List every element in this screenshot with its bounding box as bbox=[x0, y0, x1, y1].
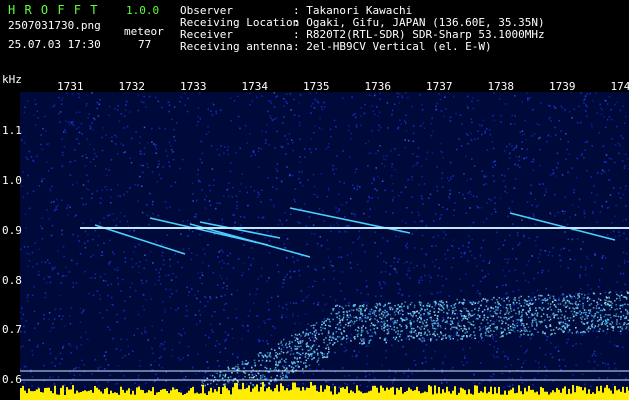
stats-count: 77 bbox=[138, 38, 152, 51]
x-tick-label: 1736 bbox=[364, 80, 392, 93]
y-tick-label: 0.9 bbox=[2, 224, 22, 237]
x-tick-label: 1737 bbox=[426, 80, 453, 93]
app-title: H R O F F T bbox=[8, 3, 99, 17]
x-tick-label: 1738 bbox=[487, 80, 515, 93]
y-tick-label: 1.0 bbox=[2, 174, 22, 187]
file-datetime: 25.07.03 17:30 bbox=[8, 38, 101, 51]
stats-label: meteor bbox=[124, 25, 164, 38]
x-tick-label: 1733 bbox=[180, 80, 207, 93]
x-tick-label: 1740 bbox=[610, 80, 629, 93]
x-tick-label: 1731 bbox=[57, 80, 84, 93]
app-version: 1.0.0 bbox=[126, 4, 160, 17]
x-tick-label: 1735 bbox=[303, 80, 330, 93]
x-tick-label: 1739 bbox=[549, 80, 576, 93]
hrofft-window: H R O F F T 1.0.0 2507031730.png meteor … bbox=[0, 0, 629, 400]
y-tick-label: 0.6 bbox=[2, 373, 22, 386]
x-tick-label: 1734 bbox=[241, 80, 269, 93]
y-axis-label: kHz bbox=[2, 73, 22, 86]
file-name: 2507031730.png bbox=[8, 19, 101, 32]
info-value-antenna: : 2el-HB9CV Vertical (el. E-W) bbox=[293, 40, 492, 53]
y-tick-label: 1.1 bbox=[2, 124, 22, 137]
spectrogram bbox=[20, 92, 629, 400]
y-tick-label: 0.8 bbox=[2, 274, 22, 287]
x-tick-label: 1732 bbox=[118, 80, 146, 93]
info-key-antenna: Receiving antenna bbox=[180, 40, 293, 53]
y-tick-label: 0.7 bbox=[2, 323, 22, 336]
